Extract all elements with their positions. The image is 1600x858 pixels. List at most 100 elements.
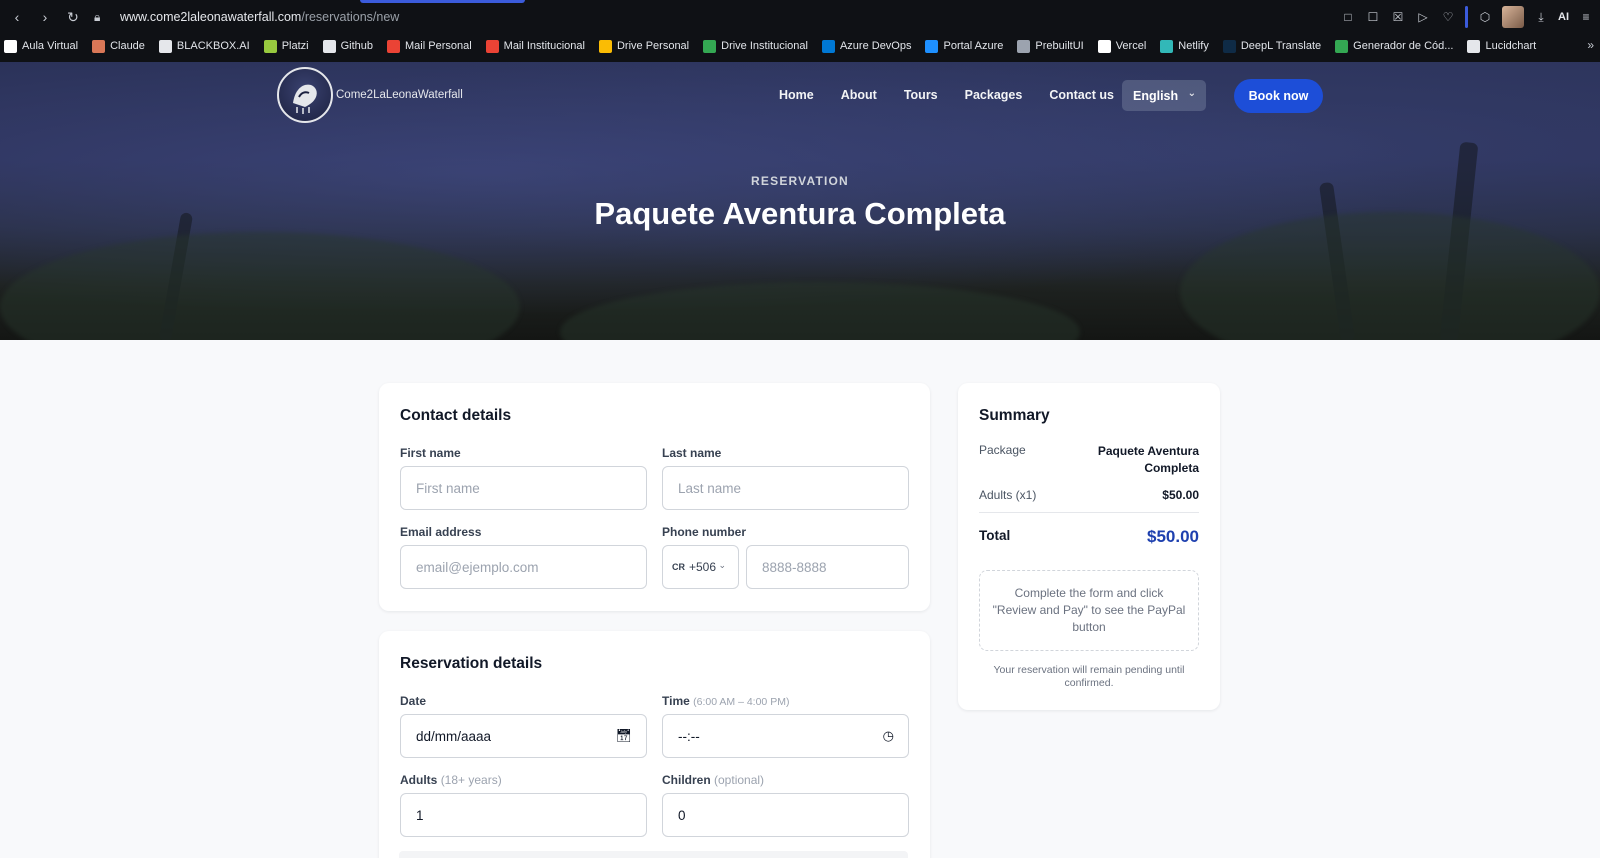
bookmark-item[interactable]: Drive Institucional	[703, 39, 808, 53]
bookmark-item[interactable]: Mail Institucional	[485, 39, 585, 53]
adults-hint: (18+ years)	[440, 773, 502, 787]
foliage	[0, 232, 520, 340]
bookmark-favicon-icon	[1160, 39, 1174, 53]
url-text[interactable]: www.come2laleonawaterfall.com/reservatio…	[120, 10, 399, 24]
bookmark-item[interactable]: Claude	[92, 39, 145, 53]
bookmark-label: Portal Azure	[943, 40, 1004, 52]
site-logo[interactable]	[277, 67, 333, 123]
bookmark-item[interactable]: PrebuiltUI	[1017, 39, 1084, 53]
clock-icon[interactable]: ◷	[883, 728, 894, 744]
bookmark-favicon-icon	[703, 39, 717, 53]
bookmark-favicon-icon	[598, 39, 612, 53]
bookmark-label: Mail Institucional	[503, 40, 585, 52]
block-icon[interactable]: ☒	[1390, 9, 1406, 25]
paypal-notice: Complete the form and click "Review and …	[979, 570, 1199, 651]
bookmark-favicon-icon	[1097, 39, 1111, 53]
bookmark-item[interactable]: Netlify	[1160, 39, 1209, 53]
nav-tours[interactable]: Tours	[904, 88, 938, 102]
bookmark-label: BLACKBOX.AI	[176, 40, 250, 52]
bookmark-favicon-icon	[4, 39, 17, 53]
date-value: dd/mm/aaaa	[416, 728, 492, 744]
bookmark-item[interactable]: Generador de Cód...	[1335, 39, 1453, 53]
nav-about[interactable]: About	[841, 88, 877, 102]
bookmark-label: Github	[340, 40, 374, 52]
bookmark-label: Drive Institucional	[721, 40, 808, 52]
page-title: Paquete Aventura Completa	[594, 196, 1006, 231]
browser-toolbar: □ ☐ ☒ ▷ ♡ ⬡ ⤓ AI ≡	[1340, 6, 1594, 28]
country-code-select[interactable]: CR +506 ⌄	[662, 545, 739, 589]
bookmark-favicon-icon	[485, 39, 499, 53]
last-name-label: Last name	[662, 446, 722, 460]
bookmarks-overflow-icon[interactable]: »	[1587, 38, 1594, 52]
bookmark-item[interactable]: Portal Azure	[925, 39, 1004, 53]
adults-label: Adults (18+ years)	[400, 773, 502, 787]
bookmark-label: Lucidchart	[1485, 40, 1537, 52]
play-icon[interactable]: ▷	[1415, 9, 1431, 25]
bookmarks-bar: Aula Virtual Claude BLACKBOX.AI Platzi Githu…	[0, 34, 1600, 58]
foliage	[560, 282, 1080, 340]
bookmark-label: Claude	[110, 40, 145, 52]
lock-icon[interactable]: 🔒︎	[94, 10, 108, 24]
bookmark-favicon-icon	[821, 39, 835, 53]
reload-icon[interactable]: ↻	[64, 8, 82, 26]
forward-icon[interactable]: ›	[36, 8, 54, 26]
heart-icon[interactable]: ♡	[1440, 9, 1456, 25]
bookmark-item[interactable]: Platzi	[263, 39, 309, 53]
ai-button[interactable]: AI	[1558, 11, 1569, 23]
bookmark-item[interactable]: DeepL Translate	[1222, 39, 1321, 53]
bookmark-label: Drive Personal	[616, 40, 690, 52]
book-now-button[interactable]: Book now	[1234, 79, 1323, 113]
bookmark-item[interactable]: Aula Virtual	[4, 39, 79, 53]
next-section-edge	[399, 851, 908, 858]
children-input[interactable]: 0	[662, 793, 909, 837]
calendar-icon[interactable]: 📅︎	[615, 728, 632, 744]
date-input[interactable]: dd/mm/aaaa 📅︎	[400, 714, 647, 758]
summary-total-label: Total	[979, 528, 1011, 543]
screenshot-icon[interactable]: ☐	[1365, 9, 1381, 25]
email-input[interactable]: email@ejemplo.com	[400, 545, 647, 589]
bookmark-favicon-icon	[92, 39, 106, 53]
last-name-input[interactable]: Last name	[662, 466, 909, 510]
language-select[interactable]: English ⌄	[1122, 80, 1206, 111]
profile-avatar[interactable]	[1502, 6, 1524, 28]
date-label: Date	[400, 694, 427, 708]
time-hint: (6:00 AM – 4:00 PM)	[693, 696, 790, 708]
bookmark-favicon-icon	[263, 39, 277, 53]
toolbar-separator	[1465, 6, 1468, 28]
pin-icon[interactable]: □	[1340, 9, 1356, 25]
bookmark-item[interactable]: Drive Personal	[598, 39, 690, 53]
email-label: Email address	[400, 525, 482, 539]
bookmark-favicon-icon	[1222, 39, 1236, 53]
summary-title: Summary	[979, 407, 1050, 424]
main-nav: Home About Tours Packages Contact us	[779, 88, 1114, 102]
extensions-icon[interactable]: ⬡	[1477, 9, 1493, 25]
browser-chrome: ‹ › ↻ 🔒︎ www.come2laleonawaterfall.com/r…	[0, 0, 1600, 62]
bookmark-label: Aula Virtual	[22, 40, 79, 52]
children-hint: (optional)	[714, 773, 765, 787]
bookmark-item[interactable]: BLACKBOX.AI	[158, 39, 250, 53]
nav-home[interactable]: Home	[779, 88, 814, 102]
bookmark-item[interactable]: Github	[322, 39, 374, 53]
summary-package-label: Package	[979, 443, 1026, 457]
bookmark-favicon-icon	[387, 39, 401, 53]
phone-input[interactable]: 8888-8888	[746, 545, 909, 589]
bookmark-item[interactable]: Lucidchart	[1467, 39, 1537, 53]
menu-icon[interactable]: ≡	[1578, 9, 1594, 25]
nav-packages[interactable]: Packages	[965, 88, 1023, 102]
bookmark-label: Mail Personal	[405, 40, 472, 52]
bookmark-item[interactable]: Mail Personal	[387, 39, 472, 53]
bookmark-item[interactable]: Vercel	[1097, 39, 1146, 53]
brand-name[interactable]: Come2LaLeonaWaterfall	[336, 89, 463, 101]
download-icon[interactable]: ⤓	[1533, 9, 1549, 25]
country-code: +506	[689, 560, 717, 574]
bookmark-item[interactable]: Azure DevOps	[821, 39, 911, 53]
time-label: Time (6:00 AM – 4:00 PM)	[662, 694, 790, 708]
children-label: Children (optional)	[662, 773, 765, 787]
chevron-down-icon: ⌄	[718, 560, 726, 570]
nav-contact[interactable]: Contact us	[1049, 88, 1114, 102]
back-icon[interactable]: ‹	[8, 8, 26, 26]
adults-input[interactable]: 1	[400, 793, 647, 837]
first-name-input[interactable]: First name	[400, 466, 647, 510]
time-input[interactable]: --:-- ◷	[662, 714, 909, 758]
hero-kicker: RESERVATION	[751, 174, 849, 188]
